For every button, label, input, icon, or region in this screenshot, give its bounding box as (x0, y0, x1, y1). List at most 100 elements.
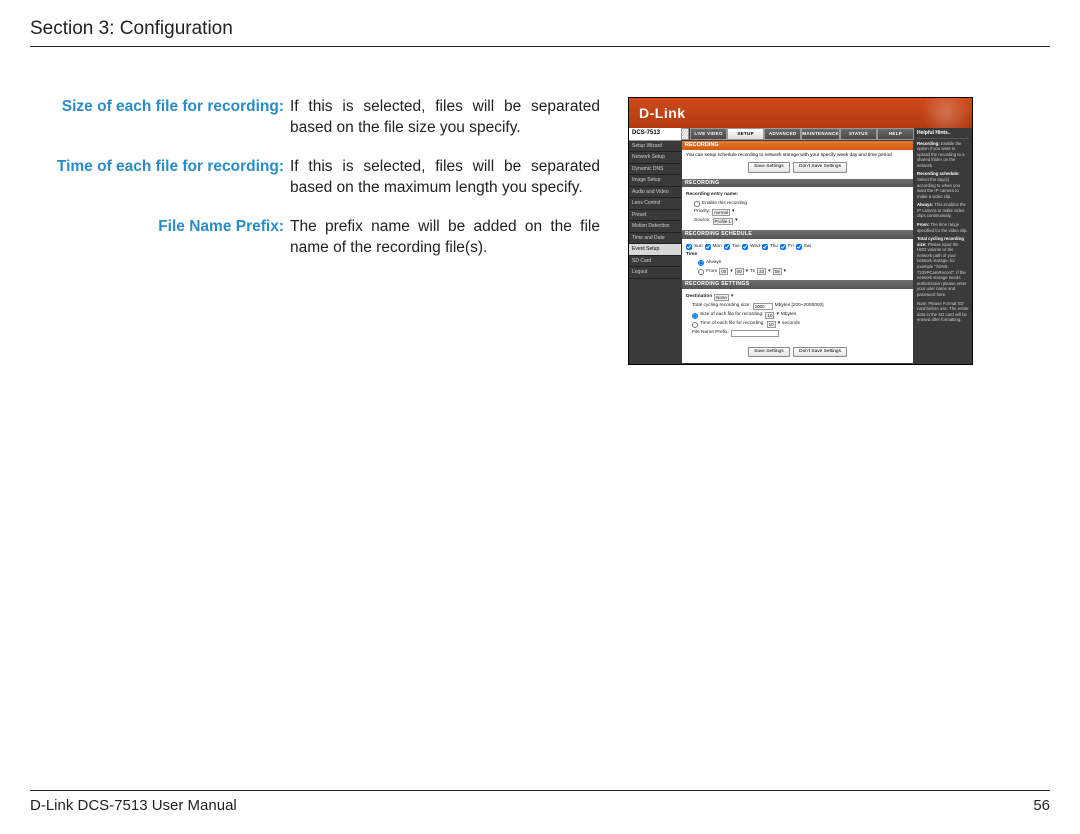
to-min-select[interactable]: 59 (773, 268, 782, 275)
help-bold: Always: (917, 202, 933, 207)
day-checkbox[interactable] (686, 244, 692, 250)
help-text: Select the day(s) according to when you … (917, 177, 960, 199)
embedded-screenshot: D-Link DCS-7513 Setup Wizard Network Set… (628, 97, 973, 365)
day-checkbox[interactable] (724, 244, 730, 250)
sidebar-item-current[interactable]: Event Setup (629, 244, 681, 256)
prefix-input[interactable] (731, 330, 779, 337)
dont-save-button[interactable]: Don't Save Settings (793, 347, 847, 357)
tab-live-video[interactable]: LIVE VIDEO (690, 128, 727, 140)
sidebar-item[interactable]: Motion Detection (629, 221, 681, 233)
help-panel: Helpful Hints.. Recording: Enable the op… (914, 128, 972, 364)
tab-help[interactable]: HELP (877, 128, 914, 140)
time-per-file-label: Time of each file for recording: (700, 321, 765, 327)
day-label: Wed (750, 244, 760, 250)
destination-label: Destination (686, 294, 712, 300)
save-button[interactable]: Save Settings (748, 347, 790, 357)
panel-title-recording: RECORDING (682, 179, 913, 188)
help-title: Helpful Hints.. (917, 130, 969, 139)
cycle-size-input[interactable] (753, 303, 773, 310)
day-label: Sun (694, 244, 703, 250)
help-text: Please input the HDD volume or the netwo… (917, 242, 966, 297)
def-desc: The prefix name will be added on the fil… (290, 217, 600, 259)
cycle-size-label: Total cycling recording size: (692, 303, 751, 309)
tab-advanced[interactable]: ADVANCED (764, 128, 801, 140)
section-title: Section 3: Configuration (30, 18, 1050, 47)
chevron-down-icon: ▾ (778, 321, 780, 327)
day-checkbox[interactable] (742, 244, 748, 250)
brand-orb (907, 98, 972, 128)
help-note: Note: Please Format SD card before use. … (917, 301, 969, 323)
help-bold: Recording schedule: (917, 171, 960, 176)
tab-slash-icon (681, 128, 689, 140)
day-checkbox[interactable] (705, 244, 711, 250)
chevron-down-icon: ▾ (731, 294, 733, 300)
enable-recording-checkbox[interactable] (694, 201, 700, 207)
tab-row: LIVE VIDEO SETUP ADVANCED MAINTENANCE ST… (681, 128, 914, 140)
day-checkbox[interactable] (780, 244, 786, 250)
source-label: Source: (694, 218, 711, 224)
chevron-down-icon: ▾ (776, 312, 778, 318)
page-intro: You can setup schedule recording to netw… (686, 153, 909, 159)
size-units: Mbytes (781, 312, 796, 318)
day-checkbox[interactable] (762, 244, 768, 250)
size-per-file-label: Size of each file for recording: (700, 312, 763, 318)
from-hour-select[interactable]: 00 (719, 268, 728, 275)
sidebar: DCS-7513 Setup Wizard Network Setup Dyna… (629, 128, 681, 364)
destination-select[interactable]: None (714, 294, 729, 301)
tab-status[interactable]: STATUS (840, 128, 877, 140)
sidebar-item[interactable]: Network Setup (629, 152, 681, 164)
time-per-file-select[interactable]: 10 (767, 321, 776, 328)
sidebar-item[interactable]: Setup Wizard (629, 141, 681, 153)
footer-page-number: 56 (1033, 797, 1050, 814)
def-label: File Name Prefix: (30, 217, 290, 259)
definition-list: Size of each file for recording: If this… (30, 97, 600, 277)
def-label: Size of each file for recording: (30, 97, 290, 139)
time-units: seconds (782, 321, 800, 327)
time-radio[interactable] (692, 322, 698, 328)
enable-recording-label: Enable this recording (702, 201, 747, 207)
sidebar-item[interactable]: Dynamic DNS (629, 164, 681, 176)
cycle-size-units: Mbytes [200~2000000] (775, 303, 824, 309)
panel-title-settings: RECORDING SETTINGS (682, 280, 913, 289)
always-label: Always (706, 260, 721, 266)
brand-bar: D-Link (629, 98, 972, 128)
sidebar-item[interactable]: Preset (629, 210, 681, 222)
chevron-down-icon: ▾ (735, 218, 737, 224)
size-per-file-select[interactable]: 10 (765, 312, 774, 319)
entry-name-label: Recording entry name: (686, 192, 738, 198)
chevron-down-icon: ▾ (784, 269, 786, 275)
sidebar-item[interactable]: Logout (629, 267, 681, 279)
prefix-label: File Name Prefix: (692, 330, 729, 336)
footer-manual-title: D-Link DCS-7513 User Manual (30, 797, 237, 814)
day-label: Sat (804, 244, 811, 250)
panel-title-schedule: RECORDING SCHEDULE (682, 230, 913, 239)
from-min-select[interactable]: 00 (735, 268, 744, 275)
time-label: Time (686, 252, 697, 258)
to-label: To (750, 269, 755, 275)
model-label: DCS-7513 (629, 128, 681, 141)
page-title-bar: RECORDING (682, 141, 913, 150)
day-label: Mon (713, 244, 722, 250)
save-button[interactable]: Save Settings (748, 162, 790, 172)
time-always-radio[interactable] (698, 260, 704, 266)
size-radio[interactable] (692, 313, 698, 319)
sidebar-item[interactable]: Image Setup (629, 175, 681, 187)
sidebar-item[interactable]: Lens Control (629, 198, 681, 210)
tab-maintenance[interactable]: MAINTENANCE (801, 128, 840, 140)
day-checkbox[interactable] (796, 244, 802, 250)
sidebar-item[interactable]: Audio and Video (629, 187, 681, 199)
to-hour-select[interactable]: 23 (757, 268, 766, 275)
day-label: Thu (770, 244, 778, 250)
chevron-down-icon: ▾ (768, 269, 770, 275)
sidebar-item[interactable]: SD Card (629, 256, 681, 268)
chevron-down-icon: ▾ (746, 269, 748, 275)
day-label: Fri (788, 244, 794, 250)
help-bold: From: (917, 222, 929, 227)
sidebar-item[interactable]: Time and Date (629, 233, 681, 245)
dont-save-button[interactable]: Don't Save Settings (793, 162, 847, 172)
time-from-radio[interactable] (698, 269, 704, 275)
priority-select[interactable]: normal (712, 209, 730, 216)
tab-setup[interactable]: SETUP (727, 128, 764, 140)
def-desc: If this is selected, files will be separ… (290, 157, 600, 199)
source-select[interactable]: Profile 1 (713, 218, 734, 225)
